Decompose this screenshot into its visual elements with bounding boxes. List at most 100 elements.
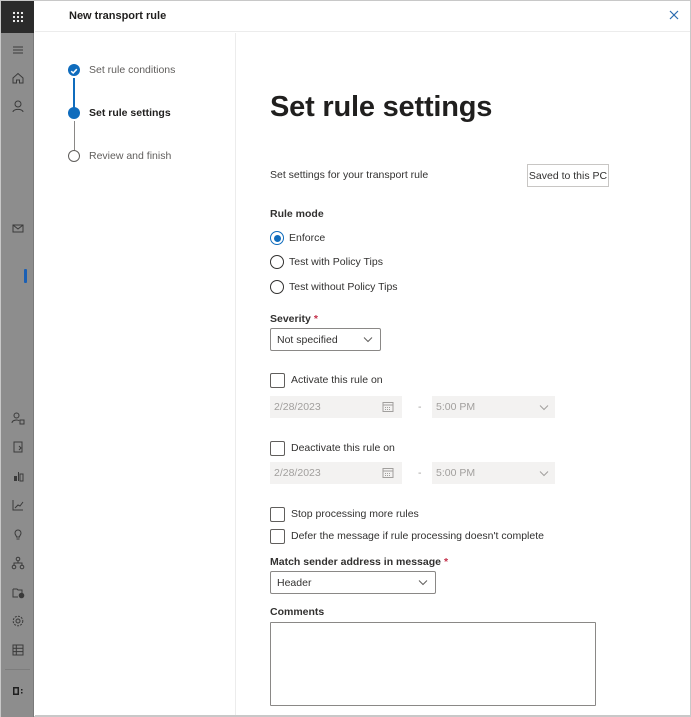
radio-unselected-icon <box>270 255 284 269</box>
activate-time-value: 5:00 PM <box>436 401 476 413</box>
checkbox-label: Defer the message if rule processing doe… <box>291 530 544 542</box>
activate-rule-checkbox[interactable]: Activate this rule on <box>270 372 383 388</box>
form-description: Set settings for your transport rule <box>270 169 429 181</box>
severity-label-text: Severity <box>270 313 311 325</box>
severity-label: Severity * <box>270 313 318 325</box>
wizard-steps: Set rule conditions Set rule settings Re… <box>35 33 236 716</box>
date-time-separator: - <box>418 467 422 479</box>
checkbox-label: Deactivate this rule on <box>291 442 395 454</box>
nav-rail <box>1 1 34 717</box>
nav-reports[interactable] <box>9 496 26 513</box>
checkbox-unchecked-icon <box>270 528 285 544</box>
close-button[interactable] <box>667 8 681 22</box>
deactivate-rule-checkbox[interactable]: Deactivate this rule on <box>270 440 395 456</box>
activate-date-value: 2/28/2023 <box>274 401 321 413</box>
match-sender-label: Match sender address in message * <box>270 556 448 568</box>
nav-exchange-classic[interactable] <box>9 682 26 699</box>
activate-date-input[interactable]: 2/28/2023 <box>270 396 402 418</box>
rule-mode-label: Rule mode <box>270 208 324 220</box>
home-icon <box>12 72 23 83</box>
comments-textarea[interactable] <box>270 622 596 706</box>
required-indicator: * <box>313 313 318 325</box>
person-icon <box>12 100 23 112</box>
defer-message-checkbox[interactable]: Defer the message if rule processing doe… <box>270 528 544 544</box>
step-label: Review and finish <box>89 150 172 162</box>
nav-migration[interactable] <box>9 438 26 455</box>
devices-icon <box>13 471 23 481</box>
panel-title: New transport rule <box>69 10 167 22</box>
step-connector-completed <box>73 78 75 108</box>
step-label: Set rule settings <box>89 107 171 119</box>
folder-globe-icon <box>12 588 24 598</box>
required-indicator: * <box>444 556 449 568</box>
nav-roles[interactable] <box>9 409 26 426</box>
deactivate-time-dropdown[interactable]: 5:00 PM <box>432 462 555 484</box>
stop-processing-checkbox[interactable]: Stop processing more rules <box>270 506 419 522</box>
chevron-down-icon <box>363 337 373 343</box>
active-nav-indicator <box>24 269 27 283</box>
collapse-nav-button[interactable] <box>9 41 26 58</box>
radio-enforce[interactable]: Enforce <box>270 230 325 246</box>
nav-organization[interactable] <box>9 554 26 571</box>
calendar-icon <box>382 402 394 412</box>
radio-label: Test without Policy Tips <box>289 281 398 293</box>
nav-other-features[interactable] <box>9 641 26 658</box>
panel-header: New transport rule <box>35 1 690 32</box>
pending-step-circle-icon <box>68 150 80 162</box>
radio-label: Test with Policy Tips <box>289 256 383 268</box>
match-sender-value: Header <box>277 576 312 589</box>
nav-settings[interactable] <box>9 612 26 629</box>
deactivate-date-value: 2/28/2023 <box>274 467 321 479</box>
comments-label: Comments <box>270 606 325 618</box>
match-sender-label-text: Match sender address in message <box>270 556 441 568</box>
severity-value: Not specified <box>277 333 338 346</box>
nav-mobile[interactable] <box>9 467 26 484</box>
activate-time-dropdown[interactable]: 5:00 PM <box>432 396 555 418</box>
checkbox-label: Stop processing more rules <box>291 508 419 520</box>
checkbox-unchecked-icon <box>270 372 285 388</box>
nav-separator <box>5 669 30 670</box>
match-sender-dropdown[interactable]: Header <box>270 571 436 594</box>
table-icon <box>12 644 23 655</box>
nav-home[interactable] <box>9 69 26 86</box>
checkbox-label: Activate this rule on <box>291 374 383 386</box>
hamburger-icon <box>12 46 23 53</box>
radio-selected-icon <box>270 231 284 245</box>
rule-settings-form: Set rule settings Set settings for your … <box>270 33 690 716</box>
nav-mail-flow[interactable] <box>9 219 26 236</box>
date-time-separator: - <box>418 401 422 413</box>
chevron-down-icon <box>539 471 549 477</box>
chevron-down-icon <box>539 405 549 411</box>
nav-insights[interactable] <box>9 525 26 542</box>
person-lock-icon <box>11 412 24 424</box>
exchange-logo-icon <box>12 686 22 695</box>
step-label: Set rule conditions <box>89 64 176 76</box>
check-circle-icon <box>68 64 80 76</box>
waffle-icon <box>12 11 23 23</box>
deactivate-date-input[interactable]: 2/28/2023 <box>270 462 402 484</box>
severity-dropdown[interactable]: Not specified <box>270 328 381 351</box>
checkbox-unchecked-icon <box>270 440 285 456</box>
lightbulb-icon <box>13 529 22 539</box>
nav-public-folders[interactable] <box>9 583 26 600</box>
close-icon <box>669 10 679 20</box>
radio-test-without-policy-tips[interactable]: Test without Policy Tips <box>270 279 398 295</box>
calendar-icon <box>382 468 394 478</box>
radio-test-with-policy-tips[interactable]: Test with Policy Tips <box>270 254 383 270</box>
mail-icon <box>12 224 23 232</box>
chart-line-icon <box>12 499 23 510</box>
checkbox-unchecked-icon <box>270 506 285 522</box>
bottom-border <box>35 715 690 716</box>
gear-icon <box>12 615 23 626</box>
step-connector-pending <box>73 121 75 152</box>
nav-recipients[interactable] <box>9 97 26 114</box>
radio-label: Enforce <box>289 232 326 244</box>
page-title: Set rule settings <box>270 91 493 123</box>
deactivate-time-value: 5:00 PM <box>436 467 476 479</box>
radio-unselected-icon <box>270 280 284 294</box>
current-step-dot-icon <box>68 107 80 119</box>
app-launcher-button[interactable] <box>1 1 34 33</box>
saved-status-badge: Saved to this PC <box>527 164 609 187</box>
chevron-down-icon <box>418 580 428 586</box>
org-chart-icon <box>11 556 24 569</box>
